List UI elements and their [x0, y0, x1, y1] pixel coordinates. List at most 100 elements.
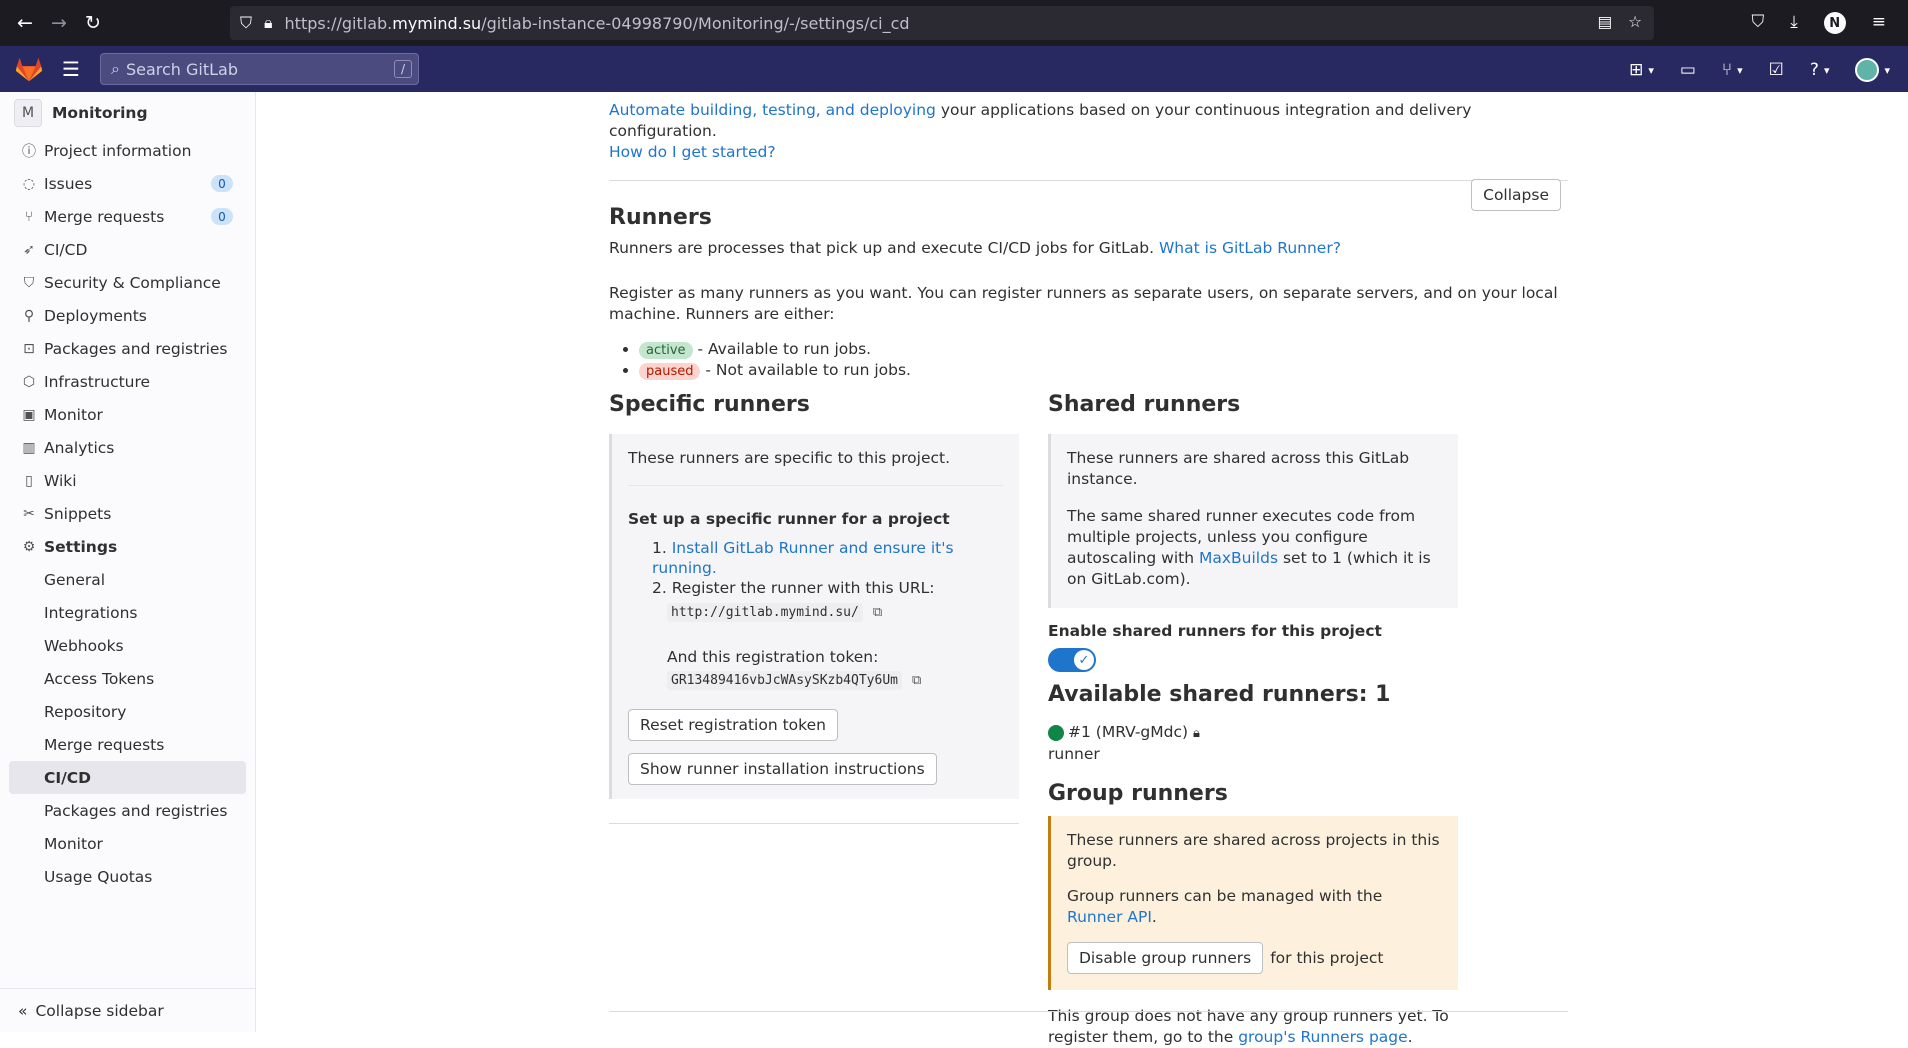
sidebar-item-settings[interactable]: ⚙ Settings: [0, 530, 255, 563]
sidebar-subitem-access-tokens[interactable]: Access Tokens: [0, 662, 255, 695]
paused-text: - Not available to run jobs.: [700, 361, 911, 379]
bookmark-star-icon[interactable]: ☆: [1628, 13, 1642, 31]
todo-icon[interactable]: ☑: [1769, 60, 1784, 80]
sidebar-item-project-information[interactable]: ⓘ Project information: [0, 134, 255, 167]
gitlab-topbar: ☰ ⌕ Search GitLab / ⊞ ▾ ▭ ⑂ ▾ ☑ ? ▾ ▾: [0, 46, 1908, 92]
sidebar-item-analytics[interactable]: ▥ Analytics: [0, 431, 255, 464]
sidebar-subitem-usage-quotas[interactable]: Usage Quotas: [0, 860, 255, 893]
sidebar-subitem-repository[interactable]: Repository: [0, 695, 255, 728]
token-label: And this registration token:: [667, 648, 879, 666]
token-row: GR13489416vbJcWAsySKzb4QTy6Um ⧉: [667, 669, 1003, 691]
chevron-down-icon: ▾: [1648, 63, 1654, 77]
scissors-icon: ✂: [23, 505, 35, 522]
sidebar-item-issues[interactable]: ◌ Issues 0: [0, 167, 255, 200]
show-instructions-button[interactable]: Show runner installation instructions: [628, 753, 937, 785]
list-item: 1. Install GitLab Runner and ensure it's…: [652, 539, 954, 577]
merge-request-icon: ⑂: [24, 208, 34, 225]
sidebar-item-label: Packages and registries: [44, 339, 228, 358]
back-icon[interactable]: ←: [14, 12, 36, 34]
copy-icon[interactable]: ⧉: [912, 671, 921, 691]
sidebar-item-monitor[interactable]: ▣ Monitor: [0, 398, 255, 431]
sidebar-item-packages[interactable]: ⊡ Packages and registries: [0, 332, 255, 365]
sidebar-subitem-general[interactable]: General: [0, 563, 255, 596]
divider: [609, 823, 1019, 824]
automate-link[interactable]: Automate building, testing, and deployin…: [609, 101, 936, 119]
sidebar-item-label: Project information: [44, 141, 192, 160]
merge-requests-dropdown[interactable]: ⑂ ▾: [1722, 60, 1743, 80]
menu-icon[interactable]: ≡: [1872, 12, 1886, 34]
collapse-sidebar-button[interactable]: « Collapse sidebar: [0, 988, 256, 1032]
browser-nav: ← → ↻: [14, 12, 224, 34]
topbar-actions: ⊞ ▾ ▭ ⑂ ▾ ☑ ? ▾ ▾: [1629, 58, 1890, 82]
download-icon[interactable]: ⤓: [1790, 12, 1798, 34]
list-item: active - Available to run jobs.: [639, 339, 1568, 360]
install-runner-link[interactable]: Install GitLab Runner and ensure it's ru…: [652, 539, 954, 577]
runner-api-link[interactable]: Runner API: [1067, 908, 1152, 926]
sidebar-item-merge-requests[interactable]: ⑂ Merge requests 0: [0, 200, 255, 233]
sidebar-item-label: Issues: [44, 174, 93, 193]
get-started-link[interactable]: How do I get started?: [609, 143, 776, 161]
sidebar-subitem-packages[interactable]: Packages and registries: [0, 794, 255, 827]
check-icon: ✓: [1074, 650, 1094, 670]
reader-icon[interactable]: ▤: [1597, 13, 1612, 31]
search-input[interactable]: ⌕ Search GitLab /: [100, 53, 419, 85]
divider: [609, 180, 1568, 181]
user-menu[interactable]: ▾: [1855, 58, 1890, 82]
sidebar-subitem-monitor[interactable]: Monitor: [0, 827, 255, 860]
sidebar-subitem-merge-requests[interactable]: Merge requests: [0, 728, 255, 761]
sidebar-item-snippets[interactable]: ✂ Snippets: [0, 497, 255, 530]
sidebar-item-deployments[interactable]: ⚲ Deployments: [0, 299, 255, 332]
rocket-icon: ➶: [23, 241, 35, 258]
sidebar-item-cicd[interactable]: ➶ CI/CD: [0, 233, 255, 266]
group-runners-page-link[interactable]: group's Runners page: [1238, 1028, 1407, 1046]
issues-icon: ◌: [22, 175, 36, 192]
runners-desc-text: Runners are processes that pick up and e…: [609, 239, 1159, 257]
profile-avatar[interactable]: N: [1823, 12, 1846, 34]
enable-shared-runners-toggle[interactable]: ✓: [1048, 648, 1096, 672]
shield-icon: ⛉: [240, 13, 253, 32]
merge-request-icon: ⑂: [1721, 60, 1733, 80]
issues-icon[interactable]: ▭: [1680, 60, 1696, 80]
sidebar-item-infrastructure[interactable]: ⬡ Infrastructure: [0, 365, 255, 398]
infrastructure-icon: ⬡: [22, 373, 36, 390]
runners-description: Runners are processes that pick up and e…: [609, 238, 1568, 259]
sidebar-item-label: Wiki: [44, 471, 77, 490]
runner-name[interactable]: #1 (MRV-gMdc): [1068, 723, 1188, 741]
sidebar-project-header[interactable]: M Monitoring: [0, 92, 255, 134]
sidebar-item-wiki[interactable]: ▯ Wiki: [0, 464, 255, 497]
reset-token-button[interactable]: Reset registration token: [628, 709, 838, 741]
sidebar-subitem-webhooks[interactable]: Webhooks: [0, 629, 255, 662]
collapse-button[interactable]: Collapse: [1471, 179, 1561, 211]
for-project-text: for this project: [1270, 949, 1384, 967]
reload-icon[interactable]: ↻: [82, 12, 104, 34]
reset-row: Reset registration token: [628, 709, 1003, 741]
divider: [628, 485, 1003, 486]
user-avatar: [1855, 58, 1880, 82]
maxbuilds-link[interactable]: MaxBuilds: [1199, 549, 1278, 567]
sidebar-item-label: Settings: [44, 537, 118, 556]
sidebar-subitem-integrations[interactable]: Integrations: [0, 596, 255, 629]
forward-icon[interactable]: →: [48, 12, 70, 34]
list-item: paused - Not available to run jobs.: [639, 360, 1568, 381]
disable-group-runners-button[interactable]: Disable group runners: [1067, 942, 1264, 974]
setup-steps: 1. Install GitLab Runner and ensure it's…: [652, 538, 1003, 691]
address-bar[interactable]: ⛉ 🔒︎ https://gitlab.mymind.su/gitlab-ins…: [230, 6, 1654, 40]
sidebar-item-label: Infrastructure: [44, 372, 151, 391]
runner-tag: runner: [1048, 745, 1100, 763]
create-new-dropdown[interactable]: ⊞ ▾: [1629, 60, 1654, 80]
paused-badge: paused: [639, 363, 701, 380]
pocket-icon[interactable]: ⛉: [1751, 12, 1764, 34]
search-placeholder: Search GitLab: [125, 59, 239, 79]
group-desc2-end: .: [1151, 908, 1157, 926]
shared-desc2: The same shared runner executes code fro…: [1067, 506, 1442, 590]
gitlab-logo-icon[interactable]: [14, 54, 44, 84]
specific-desc: These runners are specific to this proje…: [628, 449, 951, 467]
sidebar-subitem-cicd[interactable]: CI/CD: [9, 761, 246, 794]
copy-icon[interactable]: ⧉: [873, 603, 882, 623]
help-dropdown[interactable]: ? ▾: [1810, 60, 1830, 80]
browser-tools: ⛉ ⤓ N ≡: [1751, 12, 1886, 34]
hamburger-menu-icon[interactable]: ☰: [62, 57, 80, 81]
what-is-runner-link[interactable]: What is GitLab Runner?: [1159, 239, 1341, 257]
sidebar-item-security[interactable]: ⛉ Security & Compliance: [0, 266, 255, 299]
shared-runners-title: Shared runners: [1048, 392, 1241, 417]
